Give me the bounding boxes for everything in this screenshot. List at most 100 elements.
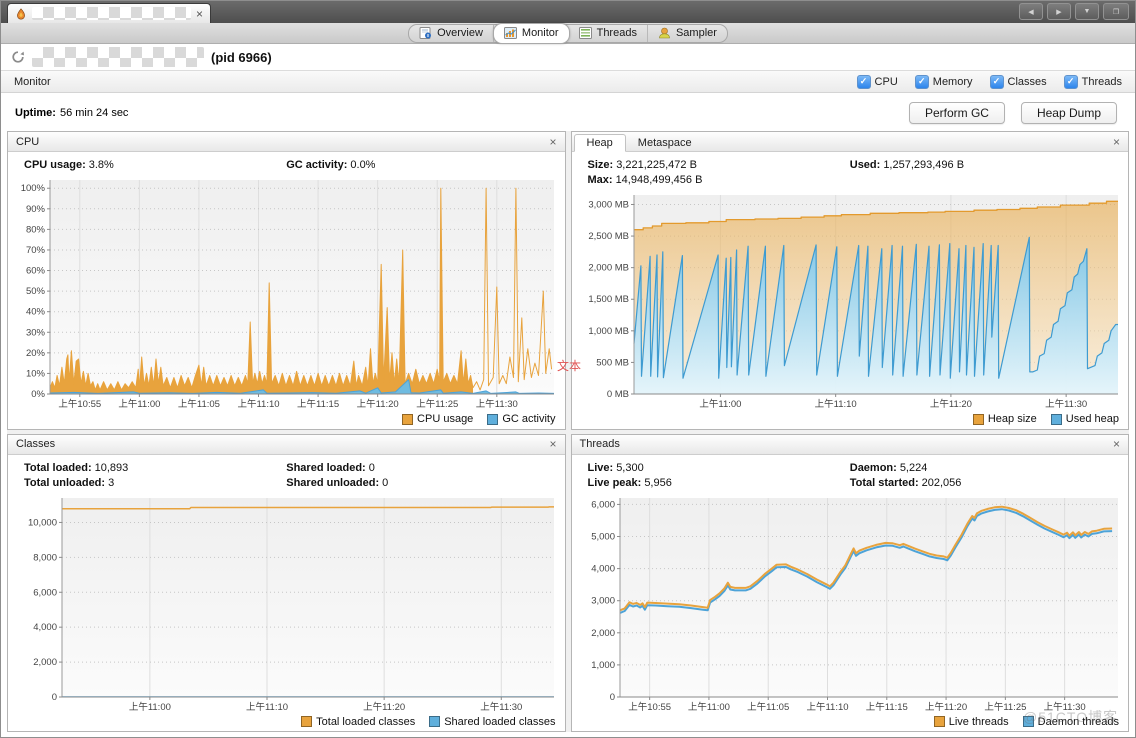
tab-list-dropdown-button[interactable]: ▼ [1075,3,1099,20]
threads-chart[interactable]: 0 1,000 2,000 3,000 4,000 5,000 6,000 上午10:55 上午… [578,493,1123,714]
document-tab[interactable]: × [7,3,211,23]
checkbox-item-classes[interactable]: ✓ Classes [989,74,1047,89]
threads-stats: Live: 5,300 Daemon: 5,224 Live peak: 5,956 … [572,455,1129,491]
memory-checkbox-checked[interactable]: ✓ [914,74,929,89]
tab-threads[interactable]: Threads [569,24,648,42]
monitor-panels: CPU × CPU usage: 3.8% GC activity: 0.0% 0%… [7,131,1129,732]
monitor-section-title: Monitor [14,75,51,88]
svg-text:上午11:00: 上午11:00 [118,398,160,410]
scroll-left-button[interactable]: ◀ [1019,3,1043,20]
heap-stats: Size: 3,221,225,472 B Used: 1,257,293,496 … [572,152,1129,188]
legend-swatch-icon [1050,413,1062,425]
gc-activity-stat: GC activity: 0.0% [286,159,376,171]
tab-threads-label: Threads [596,27,637,39]
refresh-icon[interactable] [11,50,25,64]
scroll-right-button[interactable]: ▶ [1047,3,1071,20]
classes-legend: Total loaded classes Shared loaded classe… [8,713,565,730]
threads-checkbox-label: Threads [1081,75,1122,88]
svg-text:3,000 MB: 3,000 MB [588,199,629,210]
total-unloaded-stat: Total unloaded: 3 [24,476,115,489]
legend-item: Heap size [972,413,1037,425]
view-toolbar: Overview Monitor Threads Sampler [1,22,1135,44]
heap-max-stat: Max: 14,948,499,456 B [587,174,703,186]
legend-label: Used heap [1065,413,1119,425]
svg-text:500 MB: 500 MB [596,357,629,368]
classes-panel-title: Classes [16,438,56,450]
svg-text:60%: 60% [26,266,46,277]
tab-sampler-label: Sampler [675,27,717,39]
view-segmented-control: Overview Monitor Threads Sampler [408,22,728,44]
threads-panel-close-icon[interactable]: × [1113,438,1120,450]
svg-text:上午11:05: 上午11:05 [178,398,220,410]
visualvm-window: × ◀ ▶ ▼ ❐ Overview Monitor Threads Sampl… [0,0,1136,738]
cpu-checkbox-checked[interactable]: ✓ [856,74,871,89]
maximize-button[interactable]: ❐ [1103,3,1129,20]
tab-overview-label: Overview [437,27,483,39]
tabstrip-buttons: ◀ ▶ ▼ ❐ [1019,3,1129,23]
tab-monitor[interactable]: Monitor [492,22,570,44]
tab-close-icon[interactable]: × [196,8,203,20]
svg-text:100%: 100% [21,183,46,194]
daemon-threads-stat: Daemon: 5,224 [849,461,928,474]
legend-item: Total loaded classes [301,716,415,728]
legend-label: GC activity [502,413,556,425]
svg-text:上午11:00: 上午11:00 [699,398,741,410]
svg-text:3,000: 3,000 [591,595,615,606]
legend-item: Live threads [933,715,1009,728]
threads-checkbox-checked[interactable]: ✓ [1063,74,1078,89]
svg-text:上午11:00: 上午11:00 [687,701,729,713]
tab-overview[interactable]: Overview [409,24,494,42]
metaspace-tab[interactable]: Metaspace [626,135,704,151]
legend-swatch-icon [429,716,441,727]
checkbox-item-threads[interactable]: ✓ Threads [1063,74,1122,89]
heap-dump-button[interactable]: Heap Dump [1020,101,1117,124]
threads-icon [578,27,592,39]
tab-sampler[interactable]: Sampler [648,25,727,42]
legend-label: Live threads [948,715,1009,728]
svg-text:0%: 0% [31,389,45,400]
check-icon: ✓ [1066,76,1075,86]
perform-gc-button[interactable]: Perform GC [908,101,1005,124]
svg-text:1,500 MB: 1,500 MB [588,294,629,305]
memory-checkbox-label: Memory [932,75,973,88]
overview-icon [419,27,432,39]
classes-checkbox-label: Classes [1007,75,1047,88]
legend-item: Shared loaded classes [429,716,556,728]
uptime-row: Uptime: 56 min 24 sec Perform GC Heap Du… [1,93,1135,132]
legend-item: GC activity [487,413,556,425]
red-annotation-watermark: 文本 [557,359,582,373]
threads-chart-svg: 0 1,000 2,000 3,000 4,000 5,000 6,000 上午10:55 上午… [591,497,1118,713]
heap-size-stat: Size: 3,221,225,472 B [587,159,697,171]
svg-text:2,000: 2,000 [33,657,57,668]
threads-panel-title: Threads [579,438,620,450]
live-peak-stat: Live peak: 5,956 [587,476,672,489]
legend-swatch-icon [402,413,414,425]
checkbox-item-memory[interactable]: ✓ Memory [914,74,973,89]
check-icon: ✓ [992,76,1001,86]
svg-text:上午11:10: 上午11:10 [814,398,856,410]
svg-text:上午11:30: 上午11:30 [1045,398,1087,410]
heap-panel-close-icon[interactable]: × [1113,136,1128,148]
uptime-label: Uptime: [15,106,56,119]
heap-panel-header: Heap Metaspace × [571,132,1128,152]
svg-text:90%: 90% [26,204,46,215]
svg-text:上午11:20: 上午11:20 [929,398,971,410]
classes-panel-close-icon[interactable]: × [549,438,556,450]
classes-panel: Classes × Total loaded: 10,893 Shared loa… [7,433,566,732]
legend-label: CPU usage [417,413,474,425]
cpu-panel-close-icon[interactable]: × [549,136,556,148]
cpu-panel: CPU × CPU usage: 3.8% GC activity: 0.0% 0%… [7,131,566,430]
svg-text:上午11:25: 上午11:25 [984,701,1026,713]
svg-text:上午11:10: 上午11:10 [806,701,848,713]
heap-legend: Heap size Used heap [572,411,1129,428]
classes-chart[interactable]: 0 2,000 4,000 6,000 8,000 10,000 上午11:00 上午11:1… [14,493,559,714]
svg-text:上午11:00: 上午11:00 [129,701,171,713]
heap-chart[interactable]: 0 MB 500 MB 1,000 MB 1,500 MB 2,000 MB 2,500 … [578,190,1123,411]
svg-text:40%: 40% [26,307,46,318]
svg-text:50%: 50% [26,286,46,297]
heap-tab[interactable]: Heap [573,134,626,152]
classes-checkbox-checked[interactable]: ✓ [989,74,1004,89]
cpu-chart[interactable]: 0% 10% 20% 30% 40% 50% 60% 70% 80% 90% 100% 上午10:55… [14,175,559,411]
total-started-stat: Total started: 202,056 [849,476,962,489]
checkbox-item-cpu[interactable]: ✓ CPU [856,74,898,89]
